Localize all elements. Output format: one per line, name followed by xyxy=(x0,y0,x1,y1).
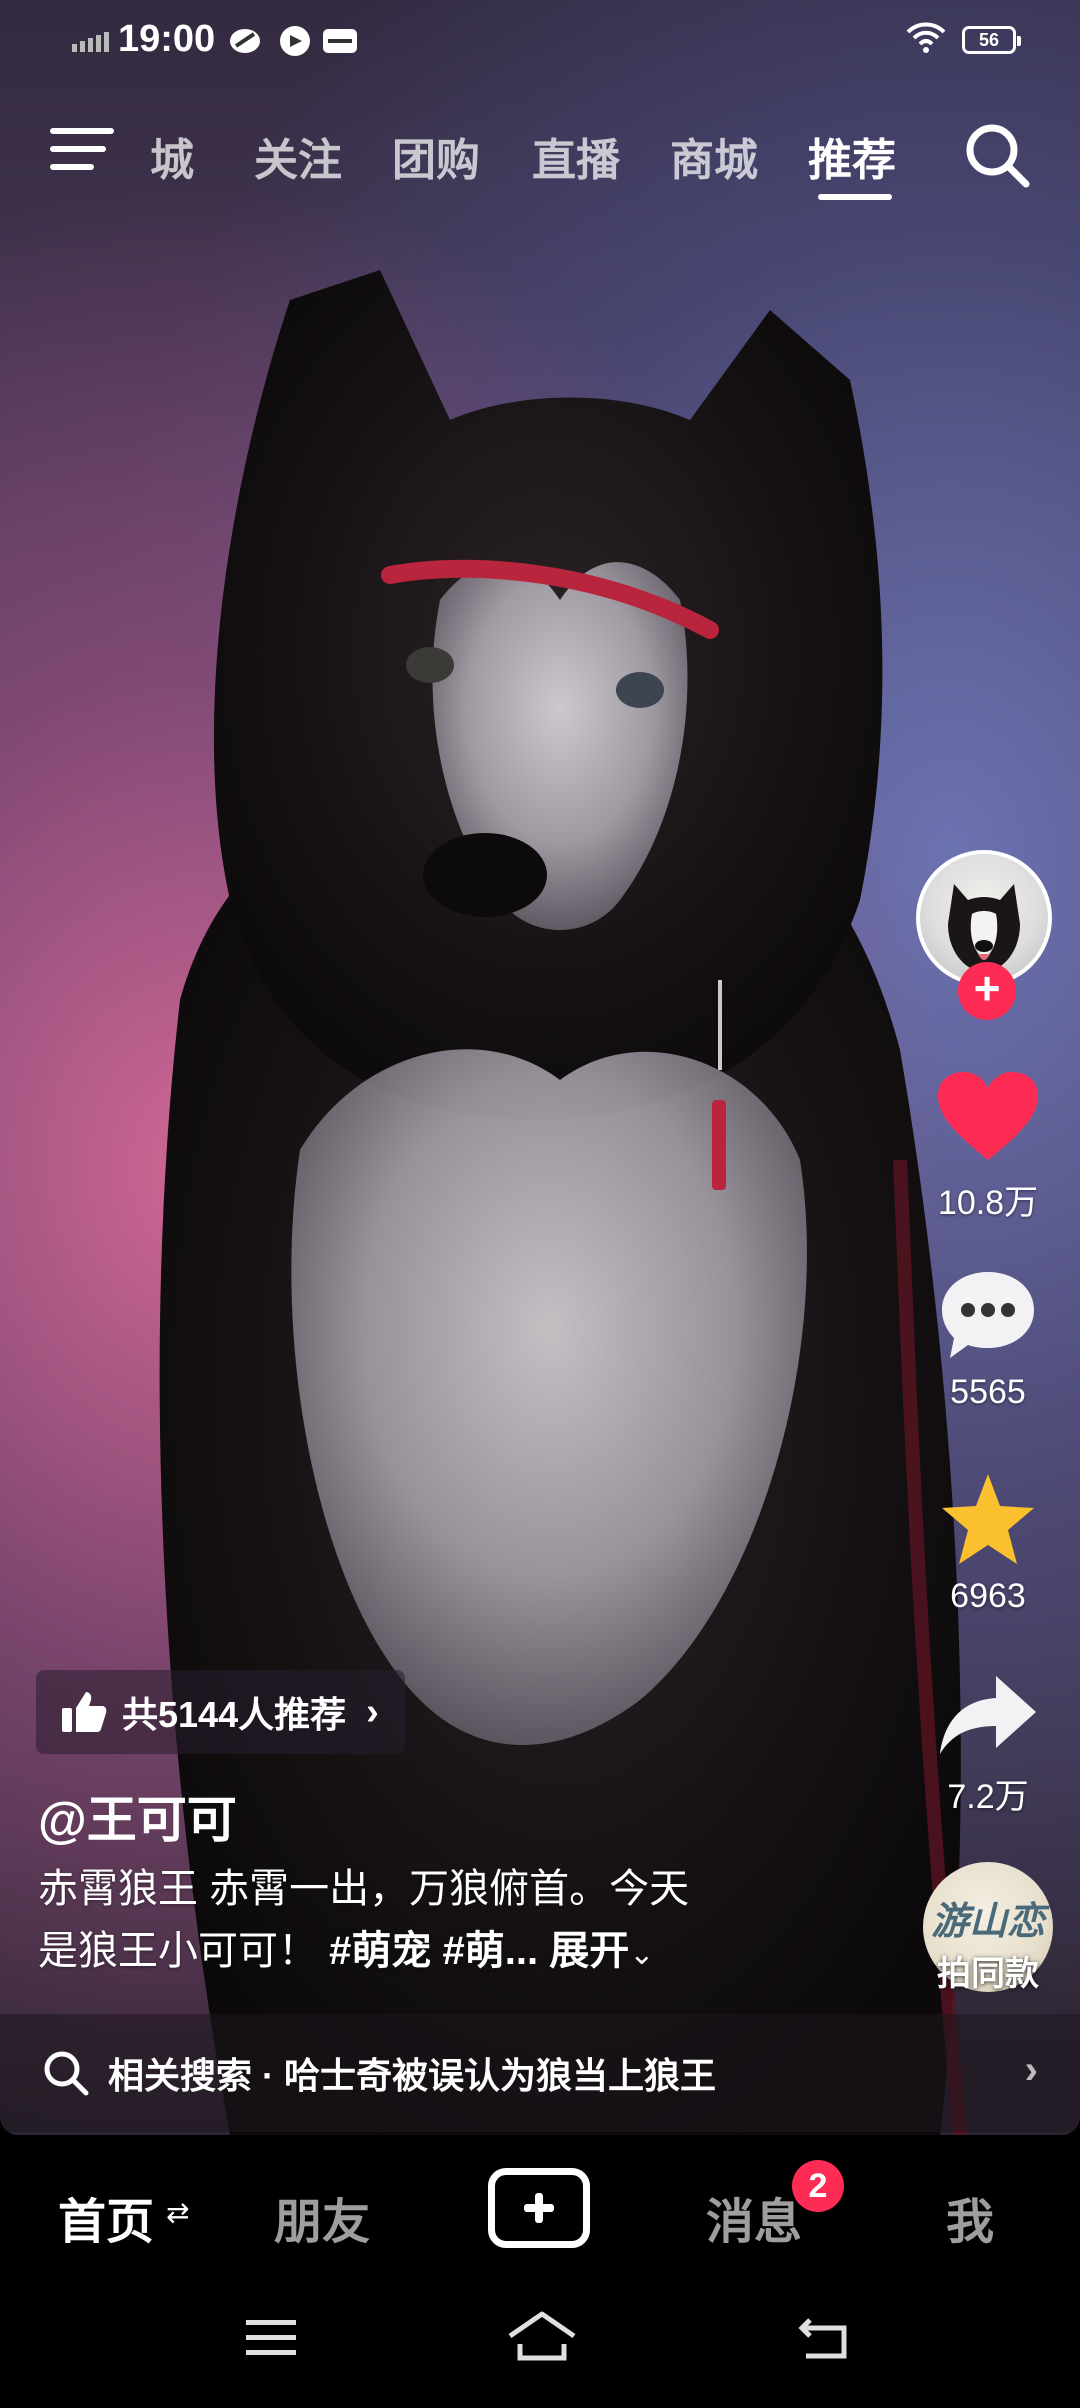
tab-mall[interactable]: 商城 xyxy=(670,124,758,188)
video-caption[interactable]: 赤霄狼王 赤霄一出，万狼俯首。今天 是狼王小可可！ #萌宠 #萌... 展开⌄ xyxy=(38,1858,798,1986)
author-avatar[interactable]: + xyxy=(916,850,1058,1020)
tab-mall-partial[interactable]: 城 xyxy=(150,124,194,188)
like-button[interactable]: 10.8万 xyxy=(918,1070,1058,1224)
chevron-right-icon: › xyxy=(1024,2048,1038,2092)
video-player[interactable]: 19:00 56 城 关注 团购 直播 商城 推荐 + 10.8万 5565 6… xyxy=(0,0,1080,2135)
related-search-text: 相关搜索 · 哈士奇被误认为狼当上狼王 xyxy=(108,2055,716,2096)
expand-link[interactable]: 展开 xyxy=(549,1929,629,1973)
tab-recommend[interactable]: 推荐 xyxy=(808,124,896,188)
search-icon-small xyxy=(44,2051,89,2096)
thumbs-up-icon xyxy=(62,1692,107,1732)
heart-icon xyxy=(938,1072,1038,1160)
signal-icon xyxy=(72,32,109,52)
menu-icon[interactable] xyxy=(50,128,114,180)
status-time: 19:00 xyxy=(118,18,216,60)
comment-button[interactable]: 5565 xyxy=(918,1268,1058,1412)
create-post-button[interactable] xyxy=(488,2168,590,2248)
top-nav: 城 关注 团购 直播 商城 推荐 xyxy=(0,112,1080,222)
system-nav-bar xyxy=(0,2280,1080,2408)
same-style-label: 拍同款 xyxy=(937,1955,1039,1993)
notification-icon xyxy=(230,29,260,53)
recents-icon[interactable] xyxy=(244,2318,298,2358)
same-style-thumb-text: 游山恋 xyxy=(930,1898,1045,1943)
tab-following[interactable]: 关注 xyxy=(254,124,342,188)
like-count: 10.8万 xyxy=(937,1184,1039,1222)
author-name[interactable]: @王可可 xyxy=(38,1780,237,1852)
back-icon[interactable] xyxy=(796,2316,850,2360)
tab-home[interactable]: 首页 xyxy=(58,2182,154,2252)
wifi-icon xyxy=(906,22,946,53)
share-count: 7.2万 xyxy=(947,1778,1029,1816)
swap-icon[interactable]: ⇄ xyxy=(166,2196,189,2229)
screen: 19:00 56 城 关注 团购 直播 商城 推荐 + 10.8万 5565 6… xyxy=(0,0,1080,2408)
vivo-icon xyxy=(323,29,357,53)
tab-group-buy[interactable]: 团购 xyxy=(392,124,480,188)
caption-text: 是狼王小可可！ xyxy=(38,1929,318,1973)
share-button[interactable]: 7.2万 xyxy=(918,1672,1058,1818)
caption-hashtags[interactable]: #萌宠 #萌... xyxy=(329,1929,538,1973)
tab-friends[interactable]: 朋友 xyxy=(274,2182,370,2252)
chat-icon xyxy=(280,26,310,56)
messages-badge: 2 xyxy=(792,2160,844,2212)
same-style-button[interactable]: 游山恋 拍同款 xyxy=(918,1862,1058,2002)
recommend-text: 共5144人推荐 xyxy=(122,1694,347,1735)
status-bar: 19:00 56 xyxy=(0,0,1080,84)
caption-line-2: 是狼王小可可！ #萌宠 #萌... 展开⌄ xyxy=(38,1920,798,1986)
follow-button[interactable]: + xyxy=(958,962,1016,1020)
battery-icon: 56 xyxy=(962,26,1021,54)
tab-live[interactable]: 直播 xyxy=(532,124,620,188)
star-icon xyxy=(942,1474,1034,1564)
share-icon xyxy=(940,1676,1036,1754)
comment-count: 5565 xyxy=(950,1373,1026,1411)
bottom-tab-bar: 首页 ⇄ 朋友 消息 2 我 xyxy=(0,2140,1080,2280)
chevron-down-icon: ⌄ xyxy=(629,1938,655,1971)
home-icon[interactable] xyxy=(506,2310,578,2362)
comment-icon xyxy=(942,1272,1034,1358)
chevron-right-icon: › xyxy=(366,1690,379,1733)
active-tab-indicator xyxy=(818,194,892,200)
related-search-bar[interactable]: 相关搜索 · 哈士奇被误认为狼当上狼王 › xyxy=(0,2014,1080,2132)
tab-me[interactable]: 我 xyxy=(946,2182,994,2252)
recommend-pill[interactable]: 共5144人推荐 › xyxy=(36,1670,405,1754)
tab-messages[interactable]: 消息 xyxy=(706,2182,802,2252)
favorite-count: 6963 xyxy=(950,1577,1026,1615)
favorite-button[interactable]: 6963 xyxy=(918,1472,1058,1616)
caption-line-1: 赤霄狼王 赤霄一出，万狼俯首。今天 xyxy=(38,1867,690,1911)
search-icon[interactable] xyxy=(962,120,1032,190)
